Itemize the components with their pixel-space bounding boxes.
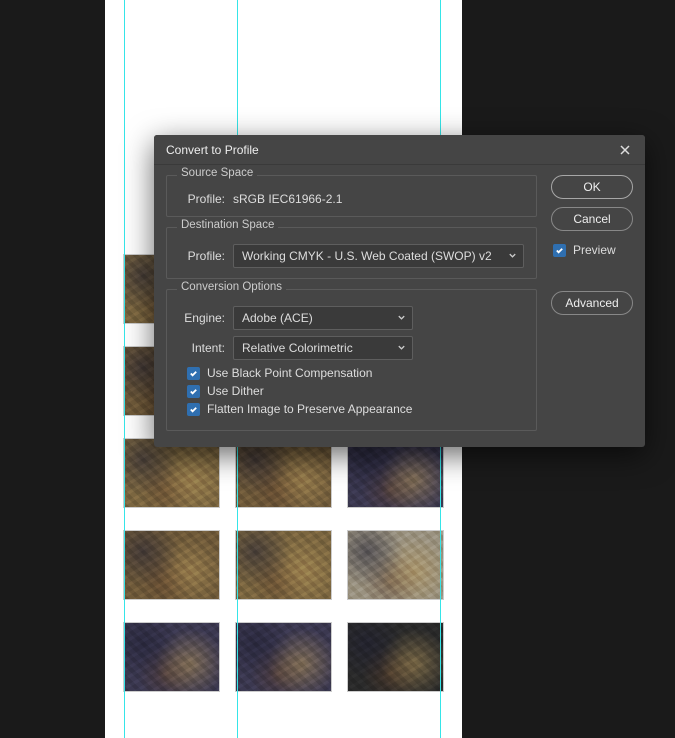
- engine-label: Engine:: [179, 311, 225, 325]
- guide-vertical: [124, 0, 125, 738]
- blackpoint-label: Use Black Point Compensation: [207, 366, 372, 380]
- chevron-down-icon: [397, 341, 406, 355]
- intent-select[interactable]: Relative Colorimetric: [233, 336, 413, 360]
- check-icon: [189, 369, 198, 378]
- dither-checkbox[interactable]: [187, 385, 200, 398]
- dither-label: Use Dither: [207, 384, 264, 398]
- flatten-label: Flatten Image to Preserve Appearance: [207, 402, 412, 416]
- profile-label: Profile:: [179, 192, 225, 206]
- ok-button[interactable]: OK: [551, 175, 633, 199]
- select-value: Adobe (ACE): [242, 311, 313, 325]
- close-icon: [619, 144, 631, 156]
- preview-checkbox[interactable]: [553, 244, 566, 257]
- placed-image: [235, 530, 332, 600]
- source-space-group: Source Space Profile: sRGB IEC61966-2.1: [166, 175, 537, 217]
- chevron-down-icon: [397, 311, 406, 325]
- placed-image: [347, 530, 444, 600]
- destination-profile-select[interactable]: Working CMYK - U.S. Web Coated (SWOP) v2: [233, 244, 524, 268]
- placed-image: [235, 622, 332, 692]
- placed-image: [123, 622, 220, 692]
- advanced-button[interactable]: Advanced: [551, 291, 633, 315]
- source-profile-value: sRGB IEC61966-2.1: [233, 192, 342, 206]
- chevron-down-icon: [508, 249, 517, 263]
- placed-image: [235, 438, 332, 508]
- check-icon: [555, 246, 564, 255]
- engine-select[interactable]: Adobe (ACE): [233, 306, 413, 330]
- group-legend: Source Space: [177, 167, 257, 179]
- placed-image: [347, 438, 444, 508]
- conversion-options-group: Conversion Options Engine: Adobe (ACE) I…: [166, 289, 537, 431]
- group-legend: Destination Space: [177, 219, 278, 231]
- select-value: Working CMYK - U.S. Web Coated (SWOP) v2: [242, 249, 492, 263]
- preview-label: Preview: [573, 243, 616, 257]
- dialog-title: Convert to Profile: [166, 143, 615, 157]
- flatten-checkbox[interactable]: [187, 403, 200, 416]
- profile-label: Profile:: [179, 249, 225, 263]
- select-value: Relative Colorimetric: [242, 341, 353, 355]
- placed-image: [347, 622, 444, 692]
- close-button[interactable]: [615, 140, 635, 160]
- intent-label: Intent:: [179, 341, 225, 355]
- check-icon: [189, 387, 198, 396]
- dialog-titlebar: Convert to Profile: [154, 135, 645, 165]
- check-icon: [189, 405, 198, 414]
- destination-space-group: Destination Space Profile: Working CMYK …: [166, 227, 537, 279]
- placed-image: [123, 438, 220, 508]
- convert-to-profile-dialog: Convert to Profile Source Space Profile:…: [154, 135, 645, 447]
- cancel-button[interactable]: Cancel: [551, 207, 633, 231]
- group-legend: Conversion Options: [177, 281, 286, 293]
- blackpoint-checkbox[interactable]: [187, 367, 200, 380]
- placed-image: [123, 530, 220, 600]
